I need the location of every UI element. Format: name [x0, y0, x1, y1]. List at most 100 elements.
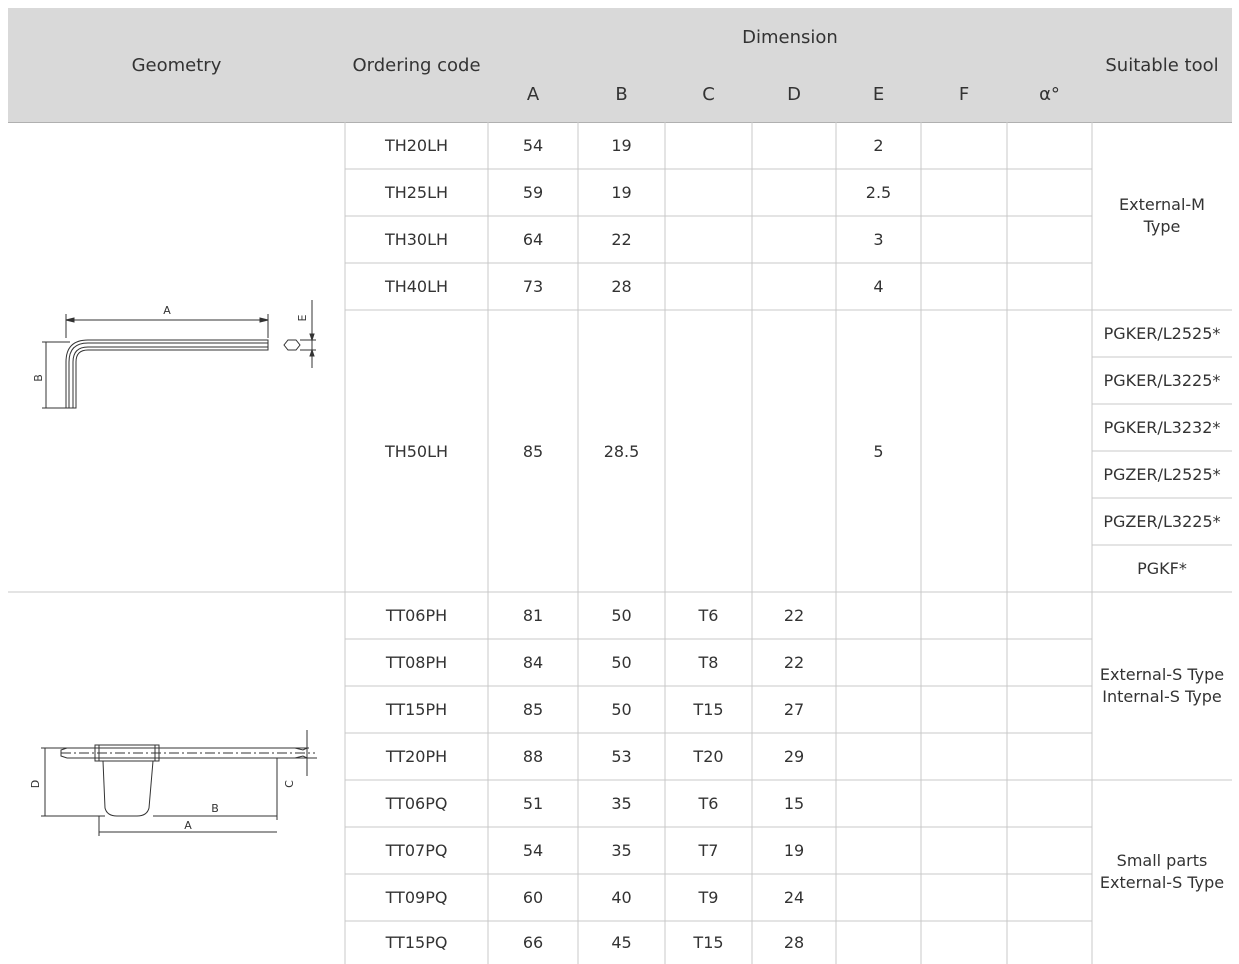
- dimension-cell-alpha: [1007, 169, 1092, 216]
- header-geometry: Geometry: [8, 8, 345, 122]
- dimension-cell-b: 28: [611, 277, 632, 296]
- tool-external-internal-s: External-S Type Internal-S Type: [1092, 592, 1232, 780]
- dimension-cell-b: 35: [611, 794, 632, 813]
- dimension-cell-f: [921, 874, 1007, 921]
- ordering-code-cell: TT15PH: [385, 700, 448, 719]
- dimension-cell-a: 73: [522, 277, 544, 296]
- tool-small-parts-line2: External-S Type: [1099, 873, 1225, 892]
- dimension-cell-b: 45: [611, 933, 632, 952]
- dimension-cell-e: 2.5: [865, 183, 892, 202]
- dimension-cell-d: [752, 169, 836, 216]
- dimension-cell-e: [836, 686, 921, 733]
- dimension-cell-b: 50: [611, 606, 632, 625]
- header-dim-e: E: [836, 66, 921, 122]
- dimension-cell-b: 22: [611, 230, 632, 249]
- dimension-cell-d: 19: [783, 841, 805, 860]
- tool-pgker-l3225: PGKER/L3225*: [1103, 370, 1221, 390]
- ordering-code-cell: TT07PQ: [385, 841, 448, 860]
- dimension-cell-a: 60: [522, 888, 544, 907]
- dimension-cell-d: [752, 263, 836, 310]
- dimension-cell-e: [836, 874, 921, 921]
- dimension-cell-f: [921, 216, 1007, 263]
- header-dim-alpha: α°: [1007, 66, 1092, 122]
- dimension-cell-b: 40: [611, 888, 632, 907]
- dimension-cell-f: [921, 263, 1007, 310]
- ordering-code-cell: TH40LH: [384, 277, 449, 296]
- dimension-cell-b: 53: [611, 747, 632, 766]
- dimension-cell-alpha: [1007, 592, 1092, 639]
- dimension-cell-e: [836, 733, 921, 780]
- dimension-cell-c: [665, 169, 752, 216]
- ordering-code-cell: TT20PH: [385, 747, 448, 766]
- dimension-cell-f: [921, 310, 1007, 592]
- dimension-cell-f: [921, 122, 1007, 169]
- dimension-cell-alpha: [1007, 310, 1092, 592]
- torx-key-label-d: D: [29, 780, 42, 788]
- ordering-code-cell: TT06PQ: [385, 794, 448, 813]
- dimension-cell-b: 50: [611, 653, 632, 672]
- dimension-cell-e: 5: [873, 441, 884, 461]
- dimension-cell-d: 22: [783, 606, 805, 625]
- dimension-cell-c: T9: [698, 888, 719, 907]
- tool-pgzer-l2525: PGZER/L2525*: [1103, 464, 1221, 484]
- dimension-cell-c: T8: [698, 653, 719, 672]
- dimension-cell-c: [665, 216, 752, 263]
- dimension-cell-alpha: [1007, 874, 1092, 921]
- ordering-code-cell: TH25LH: [384, 183, 449, 202]
- ordering-code-cell: TT06PH: [385, 606, 448, 625]
- dimension-cell-c: T20: [693, 747, 724, 766]
- hex-key-label-e: E: [296, 314, 309, 321]
- dimension-cell-d: [752, 216, 836, 263]
- dimension-cell-e: 2: [873, 136, 884, 155]
- tool-external-m-line2: Type: [1143, 217, 1181, 236]
- dimension-cell-e: [836, 921, 921, 964]
- torx-key-label-c: C: [283, 780, 296, 788]
- dimension-cell-a: 84: [522, 653, 544, 672]
- header-dim-b: B: [578, 66, 665, 122]
- dimension-cell-c: T15: [693, 933, 724, 952]
- dimension-cell-a: 51: [522, 794, 544, 813]
- dimension-cell-c: T6: [698, 794, 719, 813]
- tool-small-parts: Small parts External-S Type: [1092, 780, 1232, 964]
- dimension-cell-alpha: [1007, 780, 1092, 827]
- dimension-cell-e: [836, 639, 921, 686]
- dimension-cell-a: 88: [522, 747, 544, 766]
- dimension-cell-alpha: [1007, 921, 1092, 964]
- dimension-cell-f: [921, 592, 1007, 639]
- ordering-code-cell: TT08PH: [385, 653, 448, 672]
- tool-internal-s-line: Internal-S Type: [1102, 687, 1222, 706]
- ordering-code-cell: TH50LH: [384, 441, 449, 461]
- hex-key-drawing: A B E: [32, 300, 316, 409]
- tool-external-m: External-M Type: [1092, 122, 1232, 310]
- tool-pgker-l3232: PGKER/L3232*: [1103, 417, 1221, 437]
- dimension-cell-b: 19: [611, 136, 632, 155]
- dimension-cell-alpha: [1007, 827, 1092, 874]
- header-dimension: Dimension: [488, 8, 1092, 66]
- dimension-cell-f: [921, 780, 1007, 827]
- dimension-cell-alpha: [1007, 733, 1092, 780]
- dimension-cell-b: 35: [611, 841, 632, 860]
- dimension-cell-f: [921, 827, 1007, 874]
- ordering-code-cell: TH20LH: [384, 136, 449, 155]
- tool-external-s-line: External-S Type: [1099, 665, 1225, 684]
- dimension-cell-d: 15: [783, 794, 805, 813]
- torx-key-label-b: B: [211, 802, 219, 815]
- dimension-cell-f: [921, 639, 1007, 686]
- dimension-cell-f: [921, 686, 1007, 733]
- tool-pgkf: PGKF*: [1137, 558, 1187, 578]
- dimension-cell-e: 3: [873, 230, 884, 249]
- dimension-cell-d: 29: [783, 747, 805, 766]
- dimension-cell-alpha: [1007, 122, 1092, 169]
- dimension-cell-c: [665, 263, 752, 310]
- hex-key-label-a: A: [163, 304, 171, 317]
- tool-pgker-l2525: PGKER/L2525*: [1103, 323, 1221, 343]
- dimension-cell-c: [665, 310, 752, 592]
- dimension-cell-e: [836, 827, 921, 874]
- dimension-cell-d: [752, 122, 836, 169]
- dimension-cell-d: 24: [783, 888, 805, 907]
- header-ordering-code: Ordering code: [345, 8, 488, 122]
- dimension-cell-alpha: [1007, 216, 1092, 263]
- dimension-cell-f: [921, 921, 1007, 964]
- dimension-cell-c: T6: [698, 606, 719, 625]
- dimension-cell-b: 19: [611, 183, 632, 202]
